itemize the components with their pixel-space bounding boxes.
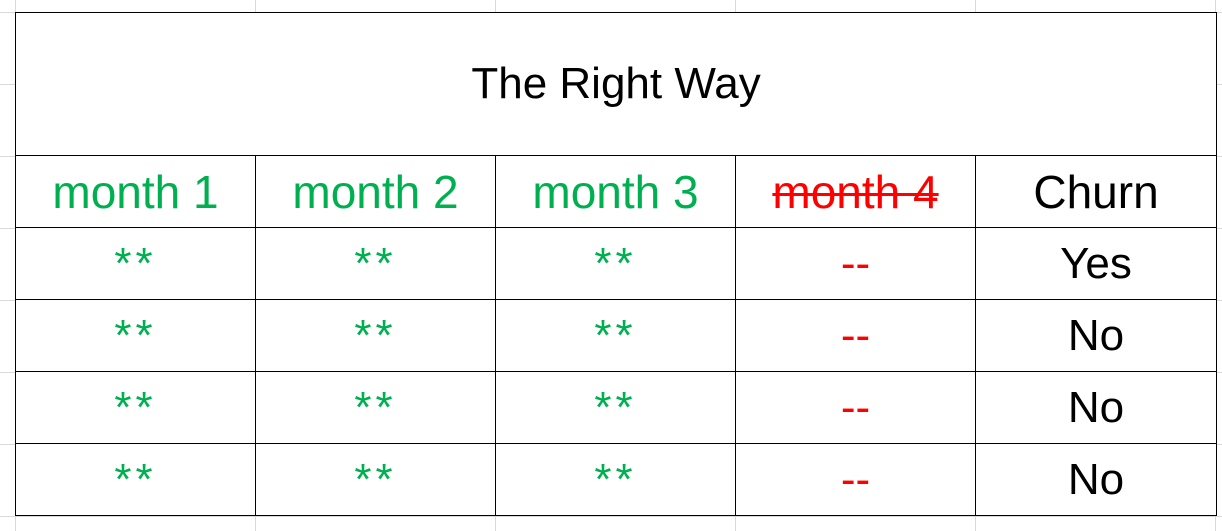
header-churn[interactable]: Churn [974,155,1218,228]
header-row: month 1 month 2 month 3 month 4 Churn [15,155,1218,228]
title-row: The Right Way [14,12,1218,156]
table-row: ** ** ** -- No [15,443,1218,516]
row-2-churn[interactable]: No [974,299,1218,372]
row-4-month-2[interactable]: ** [255,443,496,516]
row-2-month-1[interactable]: ** [15,299,256,372]
row-2-month-3[interactable]: ** [495,299,736,372]
header-month-1[interactable]: month 1 [15,155,256,228]
row-3-month-2[interactable]: ** [255,371,496,444]
row-2-month-4[interactable]: -- [735,299,976,372]
row-3-churn[interactable]: No [974,371,1218,444]
row-1-month-3[interactable]: ** [495,227,736,300]
header-month-2[interactable]: month 2 [255,155,496,228]
right-way-table: The Right Way month 1 month 2 month 3 mo… [14,12,1218,516]
row-4-month-4[interactable]: -- [735,443,976,516]
header-month-3[interactable]: month 3 [495,155,736,228]
table-title[interactable]: The Right Way [14,12,1218,156]
row-3-month-4[interactable]: -- [735,371,976,444]
row-4-month-1[interactable]: ** [15,443,256,516]
header-month-4-struck-label: month 4 [772,165,939,218]
row-3-month-1[interactable]: ** [15,371,256,444]
row-1-month-4[interactable]: -- [735,227,976,300]
row-2-month-2[interactable]: ** [255,299,496,372]
row-1-churn[interactable]: Yes [974,227,1218,300]
row-4-month-3[interactable]: ** [495,443,736,516]
header-month-4[interactable]: month 4 [735,155,976,228]
row-4-churn[interactable]: No [974,443,1218,516]
row-3-month-3[interactable]: ** [495,371,736,444]
row-1-month-2[interactable]: ** [255,227,496,300]
table-row: ** ** ** -- Yes [15,227,1218,300]
table-row: ** ** ** -- No [15,299,1218,372]
table-row: ** ** ** -- No [15,371,1218,444]
row-1-month-1[interactable]: ** [15,227,256,300]
